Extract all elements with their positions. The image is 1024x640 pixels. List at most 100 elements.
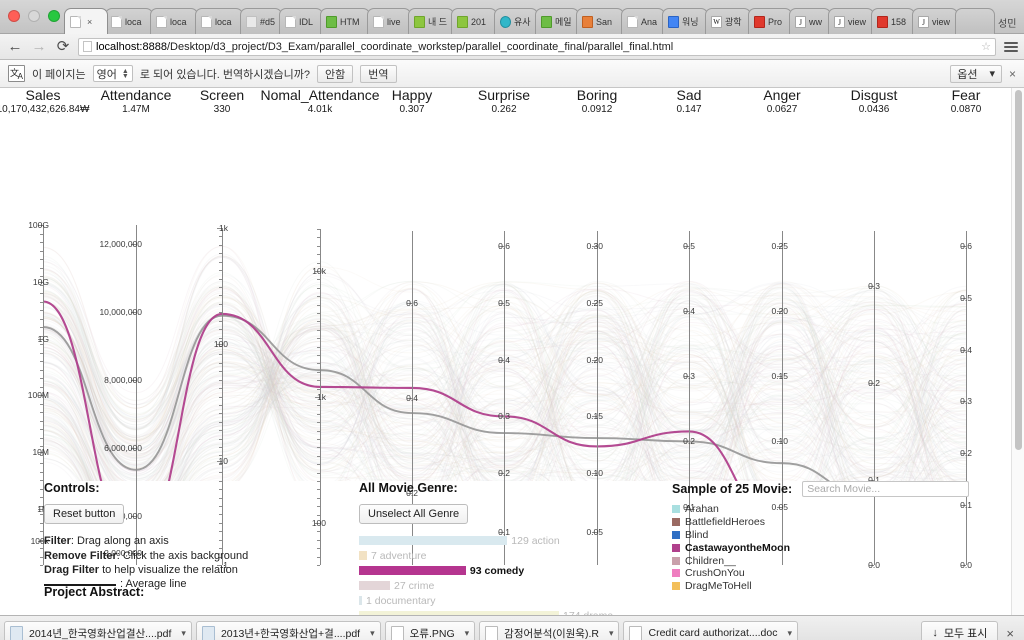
download-menu-caret-icon[interactable]: ▾ — [609, 628, 614, 639]
axis-header-sales[interactable]: Sales 10,170,432,626.84₩ — [0, 88, 89, 117]
browser-tab-4[interactable]: #d5 — [240, 8, 282, 34]
movie-legend-item[interactable]: Children__ — [672, 554, 1012, 567]
axis-header-anger[interactable]: Anger 0.0627 — [763, 88, 800, 117]
axis-header-surprise[interactable]: Surprise 0.262 — [478, 88, 530, 117]
browser-tab-0[interactable]: × — [64, 8, 108, 34]
browser-tab-13[interactable]: Ana — [621, 8, 665, 34]
unselect-all-genre-button[interactable]: Unselect All Genre — [359, 504, 469, 524]
movie-legend-list[interactable]: Arahan BattlefieldHeroes Blind Castawayonth… — [672, 503, 1012, 593]
genre-bar[interactable] — [359, 566, 466, 575]
browser-tab-11[interactable]: 메일 — [535, 8, 579, 34]
reload-icon[interactable]: ⟳ — [54, 38, 72, 56]
movie-legend-item[interactable]: DragMeToHell — [672, 580, 1012, 593]
browser-tab-3[interactable]: loca — [195, 8, 243, 34]
translate-close-icon[interactable]: × — [1009, 67, 1016, 81]
tab-label: Ana — [641, 16, 658, 27]
parallel-coordinates-chart[interactable]: Sales 10,170,432,626.84₩ Attendance 1.47M Sc… — [0, 88, 1024, 570]
axis-header-happy[interactable]: Happy 0.307 — [392, 88, 432, 117]
window-controls[interactable] — [8, 10, 60, 22]
translate-accept-button[interactable]: 번역 — [360, 64, 397, 83]
download-item[interactable]: 2013년+한국영화산업+결....pdf ▾ — [195, 620, 381, 640]
reset-button[interactable]: Reset button — [44, 504, 125, 524]
download-menu-caret-icon[interactable]: ▾ — [181, 628, 186, 639]
browser-tab-9[interactable]: 201 — [451, 8, 497, 34]
genre-row-adventure[interactable]: 7 adventure — [359, 548, 659, 563]
genre-bar-chart[interactable]: 129 action 7 adventure 93 comedy 27 crime 1 … — [359, 533, 659, 615]
tab-favicon-icon — [500, 15, 511, 28]
movie-legend-item[interactable]: CastawayontheMoon — [672, 541, 1012, 554]
axis-header-boring[interactable]: Boring 0.0912 — [577, 88, 617, 117]
minimize-window-button[interactable] — [28, 10, 40, 22]
tab-strip[interactable]: × loca loca loca #d5 IDL HTM live 내 드 201 유사 메일 San A… — [64, 5, 1024, 34]
download-item[interactable]: Credit card authorizat....doc ▾ — [623, 620, 798, 640]
address-bar[interactable]: localhost:8888/Desktop/d3_project/D3_Exa… — [78, 37, 996, 56]
translate-decline-button[interactable]: 안함 — [317, 64, 354, 83]
browser-tab-8[interactable]: 내 드 — [408, 8, 454, 34]
browser-tab-7[interactable]: live — [367, 8, 411, 34]
movie-name: CastawayontheMoon — [685, 541, 791, 554]
genre-bar[interactable] — [359, 596, 362, 605]
browser-tab-17[interactable]: Jww — [789, 8, 831, 34]
browser-tab-5[interactable]: IDL — [279, 8, 323, 34]
browser-tab-18[interactable]: Jview — [828, 8, 874, 34]
browser-tab-21[interactable] — [955, 8, 995, 34]
browser-tab-14[interactable]: 워닝 — [662, 8, 708, 34]
axis-header-disgust[interactable]: Disgust 0.0436 — [851, 88, 898, 117]
page-scrollbar[interactable] — [1011, 88, 1024, 615]
browser-tab-20[interactable]: Jview — [912, 8, 958, 34]
movie-legend-item[interactable]: Arahan — [672, 503, 1012, 516]
tab-close-icon[interactable]: × — [87, 17, 92, 27]
genre-row-action[interactable]: 129 action — [359, 533, 659, 548]
axis-tick-label: 0.6 — [406, 298, 418, 308]
movie-legend-item[interactable]: Blind — [672, 529, 1012, 542]
genre-row-drama[interactable]: 174 drama — [359, 608, 659, 615]
axis-minor-tick — [219, 287, 222, 288]
axis-header-nomal_attendance[interactable]: Nomal_Attendance 4.01k — [260, 88, 379, 117]
translate-language-select[interactable]: 영어 ▲ ▼ — [92, 65, 133, 82]
maximize-window-button[interactable] — [48, 10, 60, 22]
axis-header-sad[interactable]: Sad 0.147 — [676, 88, 701, 117]
movie-legend-item[interactable]: CrushOnYou — [672, 567, 1012, 580]
search-movie-input[interactable]: Search Movie... — [802, 481, 970, 497]
genre-row-comedy[interactable]: 93 comedy — [359, 563, 659, 578]
genre-bar[interactable] — [359, 536, 508, 545]
close-downloads-bar-icon[interactable]: × — [1006, 626, 1014, 640]
profile-name-label[interactable]: 성민 — [992, 15, 1022, 34]
download-menu-caret-icon[interactable]: ▾ — [465, 628, 470, 639]
show-all-downloads-button[interactable]: ↓ 모두 표시 — [921, 620, 999, 640]
page-scrollbar-thumb[interactable] — [1015, 90, 1022, 450]
genre-bar[interactable] — [359, 551, 368, 560]
browser-toolbar: ← → ⟳ localhost:8888/Desktop/d3_project/… — [0, 34, 1024, 60]
close-window-button[interactable] — [8, 10, 20, 22]
genre-bar[interactable] — [359, 581, 391, 590]
axis-header-screen[interactable]: Screen 330 — [200, 88, 244, 117]
browser-tab-19[interactable]: 158 — [871, 8, 915, 34]
browser-tab-16[interactable]: Pro — [748, 8, 792, 34]
browser-tab-15[interactable]: W 광학 — [705, 8, 751, 34]
browser-tab-12[interactable]: San — [576, 8, 624, 34]
browser-tab-6[interactable]: HTM — [320, 8, 370, 34]
download-menu-caret-icon[interactable]: ▾ — [370, 628, 375, 639]
browser-menu-icon[interactable] — [1004, 41, 1018, 52]
axis-tick-label: 10k — [312, 266, 326, 276]
download-menu-caret-icon[interactable]: ▾ — [787, 628, 792, 639]
page-info-icon[interactable] — [83, 41, 92, 52]
genre-row-crime[interactable]: 27 crime — [359, 578, 659, 593]
download-item[interactable]: 2014년_한국영화산업결산....pdf ▾ — [4, 620, 192, 640]
genre-row-documentary[interactable]: 1 documentary — [359, 593, 659, 608]
back-icon[interactable]: ← — [6, 38, 24, 56]
browser-tab-10[interactable]: 유사 — [494, 8, 538, 34]
movie-legend-item[interactable]: BattlefieldHeroes — [672, 516, 1012, 529]
browser-tab-2[interactable]: loca — [150, 8, 198, 34]
browser-tab-1[interactable]: loca — [105, 8, 153, 34]
axis-header-attendance[interactable]: Attendance 1.47M — [101, 88, 172, 117]
download-item[interactable]: 감정어분석(이원욱).R ▾ — [479, 620, 620, 640]
forward-icon[interactable]: → — [30, 38, 48, 56]
translate-options-button[interactable]: 옵션 ▾ — [950, 64, 1002, 83]
axis-header-fear[interactable]: Fear 0.0870 — [951, 88, 982, 117]
tab-favicon-icon — [754, 15, 765, 28]
genre-bar[interactable] — [359, 611, 559, 615]
bookmark-star-icon[interactable]: ☆ — [981, 40, 991, 53]
help-line-filter: Filter: Drag along an axis — [44, 534, 344, 549]
download-item[interactable]: 오류.PNG ▾ — [384, 620, 476, 640]
